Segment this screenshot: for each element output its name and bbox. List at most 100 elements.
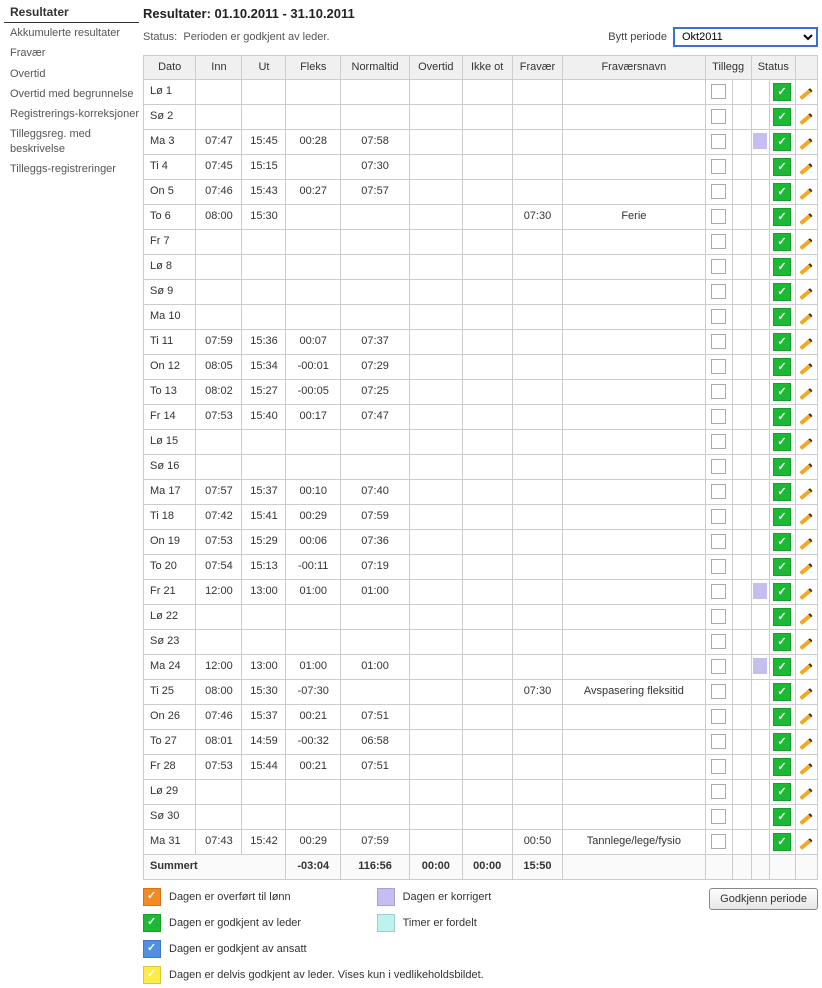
checkbox-icon[interactable] (711, 334, 726, 349)
cell-tillegg-check[interactable] (705, 779, 732, 804)
pencil-icon[interactable] (798, 758, 814, 774)
cell-tillegg-check[interactable] (705, 804, 732, 829)
cell-edit[interactable] (795, 129, 817, 154)
cell-tillegg-check[interactable] (705, 354, 732, 379)
cell-tillegg-check[interactable] (705, 629, 732, 654)
cell-edit[interactable] (795, 429, 817, 454)
cell-edit[interactable] (795, 329, 817, 354)
checkbox-icon[interactable] (711, 584, 726, 599)
cell-tillegg-check[interactable] (705, 404, 732, 429)
cell-tillegg-check[interactable] (705, 179, 732, 204)
cell-tillegg-check[interactable] (705, 679, 732, 704)
sidebar-item-3[interactable]: Overtid med begrunnelse (10, 87, 139, 101)
cell-tillegg-check[interactable] (705, 154, 732, 179)
checkbox-icon[interactable] (711, 284, 726, 299)
cell-tillegg-check[interactable] (705, 129, 732, 154)
pencil-icon[interactable] (798, 158, 814, 174)
cell-edit[interactable] (795, 654, 817, 679)
cell-edit[interactable] (795, 554, 817, 579)
pencil-icon[interactable] (798, 258, 814, 274)
cell-tillegg-check[interactable] (705, 604, 732, 629)
cell-tillegg-check[interactable] (705, 504, 732, 529)
cell-edit[interactable] (795, 279, 817, 304)
cell-tillegg-check[interactable] (705, 254, 732, 279)
checkbox-icon[interactable] (711, 659, 726, 674)
cell-tillegg-check[interactable] (705, 704, 732, 729)
checkbox-icon[interactable] (711, 809, 726, 824)
checkbox-icon[interactable] (711, 684, 726, 699)
pencil-icon[interactable] (798, 683, 814, 699)
cell-edit[interactable] (795, 754, 817, 779)
cell-tillegg-check[interactable] (705, 829, 732, 854)
cell-tillegg-check[interactable] (705, 229, 732, 254)
pencil-icon[interactable] (798, 183, 814, 199)
cell-edit[interactable] (795, 154, 817, 179)
checkbox-icon[interactable] (711, 734, 726, 749)
pencil-icon[interactable] (798, 833, 814, 849)
pencil-icon[interactable] (798, 358, 814, 374)
cell-edit[interactable] (795, 304, 817, 329)
pencil-icon[interactable] (798, 583, 814, 599)
pencil-icon[interactable] (798, 108, 814, 124)
cell-tillegg-check[interactable] (705, 579, 732, 604)
checkbox-icon[interactable] (711, 459, 726, 474)
cell-tillegg-check[interactable] (705, 529, 732, 554)
cell-edit[interactable] (795, 504, 817, 529)
checkbox-icon[interactable] (711, 434, 726, 449)
cell-edit[interactable] (795, 579, 817, 604)
pencil-icon[interactable] (798, 208, 814, 224)
sidebar-item-6[interactable]: Tilleggs-registreringer (10, 162, 139, 176)
sidebar-item-5[interactable]: Tilleggsreg. med beskrivelse (10, 127, 139, 156)
cell-tillegg-check[interactable] (705, 204, 732, 229)
cell-tillegg-check[interactable] (705, 279, 732, 304)
checkbox-icon[interactable] (711, 259, 726, 274)
cell-edit[interactable] (795, 829, 817, 854)
pencil-icon[interactable] (798, 483, 814, 499)
cell-tillegg-check[interactable] (705, 479, 732, 504)
checkbox-icon[interactable] (711, 109, 726, 124)
pencil-icon[interactable] (798, 283, 814, 299)
checkbox-icon[interactable] (711, 709, 726, 724)
cell-tillegg-check[interactable] (705, 379, 732, 404)
cell-tillegg-check[interactable] (705, 754, 732, 779)
cell-tillegg-check[interactable] (705, 554, 732, 579)
pencil-icon[interactable] (798, 783, 814, 799)
cell-edit[interactable] (795, 804, 817, 829)
checkbox-icon[interactable] (711, 784, 726, 799)
pencil-icon[interactable] (798, 508, 814, 524)
pencil-icon[interactable] (798, 558, 814, 574)
checkbox-icon[interactable] (711, 759, 726, 774)
pencil-icon[interactable] (798, 733, 814, 749)
cell-edit[interactable] (795, 254, 817, 279)
cell-edit[interactable] (795, 679, 817, 704)
cell-edit[interactable] (795, 79, 817, 104)
cell-tillegg-check[interactable] (705, 104, 732, 129)
cell-tillegg-check[interactable] (705, 304, 732, 329)
cell-tillegg-check[interactable] (705, 729, 732, 754)
pencil-icon[interactable] (798, 633, 814, 649)
cell-edit[interactable] (795, 729, 817, 754)
cell-tillegg-check[interactable] (705, 79, 732, 104)
pencil-icon[interactable] (798, 233, 814, 249)
checkbox-icon[interactable] (711, 484, 726, 499)
cell-edit[interactable] (795, 379, 817, 404)
checkbox-icon[interactable] (711, 384, 726, 399)
pencil-icon[interactable] (798, 383, 814, 399)
checkbox-icon[interactable] (711, 209, 726, 224)
sidebar-item-2[interactable]: Overtid (10, 67, 139, 81)
pencil-icon[interactable] (798, 308, 814, 324)
cell-edit[interactable] (795, 229, 817, 254)
cell-edit[interactable] (795, 204, 817, 229)
checkbox-icon[interactable] (711, 559, 726, 574)
pencil-icon[interactable] (798, 808, 814, 824)
sidebar-item-1[interactable]: Fravær (10, 46, 139, 60)
pencil-icon[interactable] (798, 533, 814, 549)
sidebar-item-0[interactable]: Akkumulerte resultater (10, 26, 139, 40)
pencil-icon[interactable] (798, 133, 814, 149)
cell-edit[interactable] (795, 529, 817, 554)
pencil-icon[interactable] (798, 708, 814, 724)
cell-edit[interactable] (795, 604, 817, 629)
pencil-icon[interactable] (798, 333, 814, 349)
pencil-icon[interactable] (798, 608, 814, 624)
pencil-icon[interactable] (798, 658, 814, 674)
